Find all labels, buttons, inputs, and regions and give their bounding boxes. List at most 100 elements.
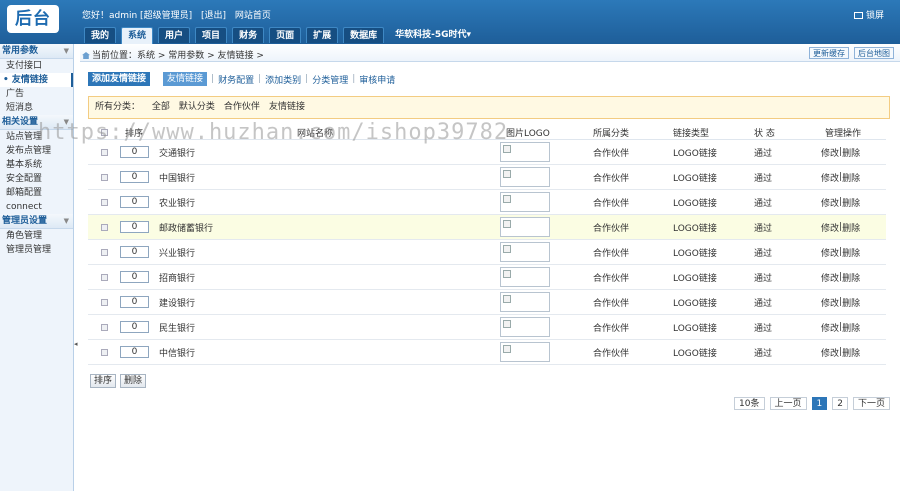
page-number[interactable]: 2 — [832, 397, 848, 410]
row-checkbox[interactable] — [101, 140, 108, 164]
nav-tab-4[interactable]: 财务 — [232, 27, 265, 43]
edit-link[interactable]: 修改 — [821, 246, 839, 259]
subnav-link-2[interactable]: 分类管理 — [308, 73, 352, 86]
edit-link[interactable]: 修改 — [821, 221, 839, 234]
edit-link[interactable]: 修改 — [821, 296, 839, 309]
delete-link[interactable]: 删除 — [842, 296, 860, 309]
sidebar-group-1[interactable]: 相关设置 ▼ — [0, 115, 73, 130]
filter-option-1[interactable]: 默认分类 — [179, 102, 215, 112]
sidebar-item-1-4[interactable]: 邮箱配置 — [0, 186, 73, 200]
order-input[interactable]: 0 — [120, 246, 149, 258]
broken-image-icon — [503, 245, 511, 253]
checkbox-box[interactable] — [101, 323, 108, 331]
tab-friend-links[interactable]: 友情链接 — [163, 72, 208, 86]
order-input[interactable]: 0 — [120, 296, 149, 308]
order-input[interactable]: 0 — [120, 221, 149, 233]
edit-link[interactable]: 修改 — [821, 271, 839, 284]
delete-link[interactable]: 删除 — [842, 246, 860, 259]
sidebar-item-2-1[interactable]: 管理员管理 — [0, 243, 73, 257]
row-checkbox[interactable] — [101, 315, 108, 339]
checkbox-box[interactable] — [101, 298, 108, 306]
header-ops: 管理操作 — [825, 129, 862, 139]
delete-button[interactable]: 删除 — [120, 374, 147, 388]
prev-page-button[interactable]: 上一页 — [769, 397, 807, 410]
checkbox-box[interactable] — [101, 223, 108, 231]
sidebar-item-1-2[interactable]: 基本系统 — [0, 158, 73, 172]
status: 通过 — [754, 248, 773, 259]
sidebar-group-2[interactable]: 管理员设置 ▼ — [0, 214, 73, 229]
delete-link[interactable]: 删除 — [842, 146, 860, 159]
order-input[interactable]: 0 — [120, 146, 149, 158]
row-checkbox[interactable] — [101, 215, 108, 239]
order-input[interactable]: 0 — [120, 171, 149, 183]
sort-button[interactable]: 排序 — [90, 374, 117, 388]
nav-tab-3[interactable]: 项目 — [195, 27, 228, 43]
lock-screen-button[interactable]: 锁屏 — [853, 8, 884, 21]
checkbox-box[interactable] — [101, 198, 108, 206]
sidebar-group-0[interactable]: 常用参数 ▼ — [0, 44, 73, 59]
subnav-link-1[interactable]: 添加类别 — [261, 73, 305, 86]
row-checkbox[interactable] — [101, 190, 108, 214]
order-input[interactable]: 0 — [120, 346, 149, 358]
edit-link[interactable]: 修改 — [821, 171, 839, 184]
row-checkbox[interactable] — [101, 240, 108, 264]
sidebar-item-0-2[interactable]: 广告 — [0, 87, 73, 101]
next-page-button[interactable]: 下一页 — [852, 397, 890, 410]
edit-link[interactable]: 修改 — [821, 196, 839, 209]
checkbox-box[interactable] — [101, 248, 108, 256]
site-map-button[interactable]: 后台地图 — [854, 47, 894, 59]
edit-link[interactable]: 修改 — [821, 321, 839, 334]
checkbox-box[interactable] — [101, 148, 108, 156]
sidebar-item-2-0[interactable]: 角色管理 — [0, 229, 73, 243]
link-type: LOGO链接 — [673, 248, 717, 259]
nav-tab-6[interactable]: 扩展 — [306, 27, 339, 43]
order-input[interactable]: 0 — [120, 321, 149, 333]
page-number[interactable]: 1 — [811, 397, 828, 410]
select-all-checkbox[interactable] — [101, 126, 108, 139]
checkbox-box[interactable] — [101, 273, 108, 281]
sidebar-item-0-3[interactable]: 短消息 — [0, 101, 73, 115]
order-input[interactable]: 0 — [120, 271, 149, 283]
row-checkbox[interactable] — [101, 165, 108, 189]
sidebar-item-1-3[interactable]: 安全配置 — [0, 172, 73, 186]
filter-option-3[interactable]: 友情链接 — [269, 102, 305, 112]
status: 通过 — [754, 298, 773, 309]
delete-link[interactable]: 删除 — [842, 171, 860, 184]
brand-menu[interactable]: 华软科技-5G时代▾ — [389, 27, 477, 43]
nav-tab-0[interactable]: 我的 — [84, 27, 117, 43]
row-checkbox[interactable] — [101, 265, 108, 289]
nav-tab-2[interactable]: 用户 — [158, 27, 191, 43]
category: 合作伙伴 — [593, 298, 630, 309]
delete-link[interactable]: 删除 — [842, 221, 860, 234]
subnav-link-3[interactable]: 审核申请 — [355, 73, 399, 86]
sidebar-item-1-1[interactable]: 发布点管理 — [0, 144, 73, 158]
delete-link[interactable]: 删除 — [842, 196, 860, 209]
row-checkbox[interactable] — [101, 290, 108, 314]
update-cache-button[interactable]: 更新缓存 — [809, 47, 849, 59]
sidebar-item-1-5[interactable]: connect — [0, 200, 73, 214]
delete-link[interactable]: 删除 — [842, 271, 860, 284]
nav-tab-5[interactable]: 页面 — [269, 27, 302, 43]
subnav-link-0[interactable]: 财务配置 — [214, 73, 258, 86]
logout-link[interactable]: [退出] — [201, 11, 226, 21]
filter-option-2[interactable]: 合作伙伴 — [224, 102, 260, 112]
filter-option-0[interactable]: 全部 — [152, 102, 170, 112]
delete-link[interactable]: 删除 — [842, 321, 860, 334]
edit-link[interactable]: 修改 — [821, 346, 839, 359]
order-input[interactable]: 0 — [120, 196, 149, 208]
edit-link[interactable]: 修改 — [821, 146, 839, 159]
site-home-link[interactable]: 网站首页 — [235, 11, 271, 21]
delete-link[interactable]: 删除 — [842, 346, 860, 359]
sidebar-item-1-0[interactable]: 站点管理 — [0, 130, 73, 144]
site-name: 兴业银行 — [159, 248, 196, 259]
checkbox-box[interactable] — [101, 348, 108, 356]
checkbox-box[interactable] — [101, 173, 108, 181]
table-row: 0 农业银行 合作伙伴 LOGO链接 通过 修改 | 删除 — [88, 190, 886, 215]
sidebar-item-0-1[interactable]: • 友情链接 — [0, 73, 73, 87]
nav-tab-1[interactable]: 系统 — [121, 27, 154, 44]
sidebar-item-0-0[interactable]: 支付接口 — [0, 59, 73, 73]
add-link-button[interactable]: 添加友情链接 — [88, 72, 151, 86]
page-size[interactable]: 10条 — [734, 397, 765, 410]
nav-tab-7[interactable]: 数据库 — [343, 27, 385, 43]
row-checkbox[interactable] — [101, 340, 108, 364]
